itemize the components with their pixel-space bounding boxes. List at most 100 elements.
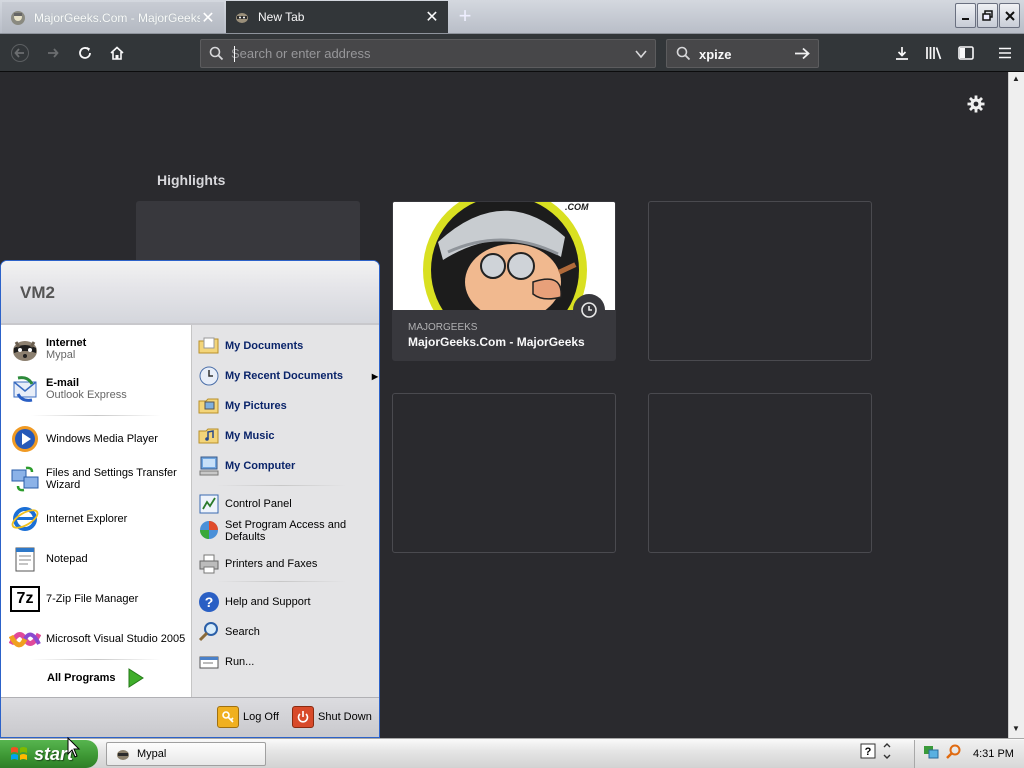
clock-icon [573,294,605,326]
start-item-run[interactable]: Run... [198,651,378,673]
tab-title: New Tab [258,10,305,24]
clock: 4:31 PM [973,748,1014,760]
submenu-arrow-icon: ▶ [371,371,378,381]
start-item-label: E-mail [46,377,80,389]
vertical-scrollbar[interactable]: ▲ ▼ [1008,72,1024,738]
highlight-card-majorgeeks[interactable]: .COM MAJORGEEKS MajorGeeks.Com - MajorGe… [392,201,616,361]
window-close-button[interactable] [999,3,1020,28]
start-item-help-support[interactable]: ? Help and Support [198,591,378,613]
card-host: MAJORGEEKS [408,322,478,333]
library-icon[interactable] [922,41,946,65]
new-tab-plus-icon[interactable]: + [452,4,478,30]
highlights-heading: Highlights [157,172,226,188]
majorgeeks-favicon-icon [10,10,26,26]
start-item-label: My Documents [225,340,304,352]
window-restore-button[interactable] [977,3,998,28]
home-icon[interactable] [105,41,129,65]
help-tray-icon[interactable]: ? [860,743,876,764]
start-item-internet-explorer[interactable]: Internet Explorer [9,503,187,535]
dropdown-chevron-icon[interactable] [634,48,648,60]
search-icon [209,46,224,61]
user-name: VM2 [20,283,55,302]
window-minimize-button[interactable] [955,3,976,28]
tab-new-tab[interactable]: New Tab ✕ [226,1,448,33]
scroll-up-icon[interactable]: ▲ [1012,74,1020,83]
tab-title: MajorGeeks.Com - MajorGeeks [34,10,200,25]
computer-icon [198,455,220,477]
start-item-my-music[interactable]: My Music [198,425,378,447]
start-button[interactable]: start [0,740,98,768]
start-menu-right-pane: My Documents My Recent Documents ▶ My Pi… [191,325,379,697]
program-access-icon [198,519,220,541]
start-item-my-documents[interactable]: My Documents [198,335,378,357]
start-item-label: Control Panel [225,498,292,510]
start-item-label: Set Program Access and Defaults [225,519,347,543]
taskbar: start Mypal ? 4:31 PM [0,738,1024,768]
network-tray-icon[interactable] [923,744,939,765]
start-item-control-panel[interactable]: Control Panel [198,493,378,515]
tab-majorgeeks[interactable]: MajorGeeks.Com - MajorGeeks ✕ [2,2,224,33]
recent-documents-icon [198,365,220,387]
printer-icon [198,553,220,575]
start-item-search[interactable]: Search [198,621,378,643]
highlight-card-empty[interactable] [648,201,872,361]
close-tab-icon[interactable]: ✕ [424,7,440,27]
thumbnail-com-label: .COM [565,202,589,212]
start-item-my-computer[interactable]: My Computer [198,455,378,477]
highlight-card-empty[interactable] [648,393,872,553]
back-arrow-icon[interactable] [8,41,32,65]
notepad-icon [9,543,41,575]
search-go-arrow-icon[interactable] [794,46,811,61]
address-bar[interactable] [200,39,656,68]
visual-studio-icon [9,623,41,655]
start-item-program-access[interactable]: Set Program Access and Defaults [198,519,378,543]
separator [216,485,346,486]
start-item-printers-faxes[interactable]: Printers and Faxes [198,553,378,575]
shut-down-button[interactable]: Shut Down [292,706,372,728]
close-tab-icon[interactable]: ✕ [200,8,216,28]
reload-icon[interactable] [73,41,97,65]
seven-zip-icon: 7z [9,583,41,615]
start-item-label: Windows Media Player [46,433,158,445]
system-tray: 4:31 PM [914,740,1024,768]
taskbar-button-mypal[interactable]: Mypal [106,742,266,766]
highlight-card-empty[interactable] [392,393,616,553]
shut-down-label: Shut Down [318,711,372,723]
search-bar[interactable]: xpize [666,39,819,68]
run-icon [198,651,220,673]
transfer-wizard-icon [9,463,41,495]
forward-arrow-icon[interactable] [41,41,65,65]
svg-text:?: ? [205,594,214,610]
hamburger-menu-icon[interactable] [993,41,1017,65]
start-item-notepad[interactable]: Notepad [9,543,187,575]
start-item-internet[interactable]: Internet Mypal [9,333,187,365]
start-item-label: Printers and Faxes [225,558,318,570]
address-input[interactable] [231,43,626,64]
start-item-my-pictures[interactable]: My Pictures [198,395,378,417]
start-item-my-recent-documents[interactable]: My Recent Documents ▶ [198,365,378,387]
start-item-media-player[interactable]: Windows Media Player [9,423,187,455]
raccoon-favicon-icon [234,9,250,25]
downloads-icon[interactable] [890,41,914,65]
search-tray-icon[interactable] [945,744,961,765]
start-item-7zip[interactable]: 7z 7-Zip File Manager [9,583,187,615]
gear-icon[interactable] [966,94,988,116]
start-item-label: Internet [46,337,87,349]
svg-text:?: ? [865,746,872,758]
start-item-label: 7-Zip File Manager [46,593,139,605]
start-item-transfer-wizard[interactable]: Files and Settings Transfer Wizard [9,463,187,495]
scroll-down-icon[interactable]: ▼ [1012,724,1020,733]
mypal-raccoon-icon [9,333,41,365]
start-item-visual-studio[interactable]: Microsoft Visual Studio 2005 [9,623,187,655]
separator [31,659,161,660]
tray-expand-icon[interactable] [882,743,892,764]
log-off-button[interactable]: Log Off [217,706,279,728]
sidebar-icon[interactable] [954,41,978,65]
start-item-label: Files and Settings Transfer Wizard [46,467,177,491]
control-panel-icon [198,493,220,515]
start-item-label: Internet Explorer [46,513,128,525]
start-item-label: Search [225,626,260,638]
all-programs-button[interactable]: All Programs [47,667,145,689]
outlook-express-icon [9,373,41,405]
start-item-email[interactable]: E-mail Outlook Express [9,373,187,405]
